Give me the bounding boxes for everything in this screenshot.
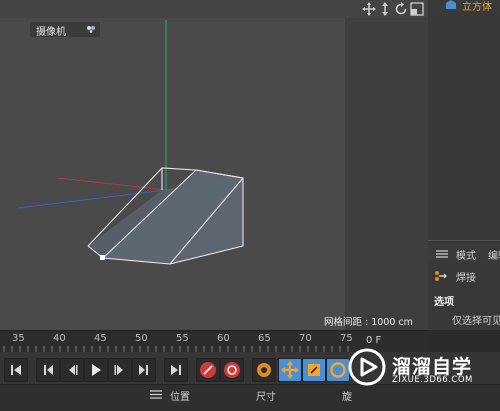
zoom-view-icon[interactable] [378,2,392,16]
hamburger-menu-icon[interactable] [436,250,448,258]
rotate-key-icon [330,362,346,378]
timeline-tick-label: 35 [12,333,25,344]
hamburger-menu-icon[interactable] [150,390,162,399]
coordinates-header [0,384,500,411]
next-frame-button[interactable] [108,358,132,382]
keyframe-selection-button[interactable] [252,358,276,382]
move-key-icon [281,361,299,379]
go-to-end-button[interactable] [164,358,188,382]
timeline-tick-label: 75 [340,333,353,344]
scene-geometry [17,20,244,265]
rotate-view-icon[interactable] [394,2,408,16]
viewport-safe-frame-band [345,18,428,330]
cube-icon [446,0,456,9]
play-button[interactable] [84,358,108,382]
previous-frame-icon [69,365,78,375]
previous-key-icon [44,365,53,375]
weld-icon [435,271,447,281]
next-key-icon [139,365,148,375]
weld-tool-label: 焊接 [456,273,476,284]
scale-key-icon [308,364,320,376]
watermark-logo [348,348,386,386]
current-frame-field[interactable]: 0 F [366,335,406,349]
timeline-tick-label: 70 [299,333,312,344]
timeline-tick-label: 45 [94,333,107,344]
scale-key-button[interactable] [302,358,326,382]
switch-view-icon[interactable] [410,2,424,16]
record-icon [200,362,216,378]
mode-menu[interactable]: 模式 [456,247,476,262]
wedge-slope-face [103,170,243,264]
only-select-visible-option[interactable]: 仅选择可见 [452,312,500,327]
move-key-button[interactable] [278,358,302,382]
autokey-icon [224,362,240,378]
keyframe-selection-icon [257,363,271,377]
play-icon [92,364,101,376]
size-header: 尺寸 [256,392,276,403]
object-name[interactable]: 立方体 [462,0,492,13]
timeline-tick-label: 65 [258,333,271,344]
previous-key-button[interactable] [36,358,60,382]
position-header: 位置 [170,392,190,403]
grid-spacing-readout: 网格间距 : 1000 cm [324,317,413,328]
go-to-end-icon [171,365,181,375]
timeline-tick-label: 60 [217,333,230,344]
selected-point [100,255,105,260]
watermark-url: ZIXUE.3D66.COM [392,375,473,385]
record-button[interactable] [196,358,220,382]
autokey-button[interactable] [220,358,244,382]
previous-frame-button[interactable] [60,358,84,382]
go-to-start-icon [11,365,21,375]
rotation-header: 旋 [342,392,352,403]
options-tab[interactable]: 选项 [434,293,454,308]
next-key-button[interactable] [132,358,156,382]
go-to-start-button[interactable] [4,358,28,382]
x-axis-line [57,177,167,191]
timeline-tick-label: 55 [176,333,189,344]
move-view-icon[interactable] [362,2,376,16]
rotate-key-button[interactable] [326,358,350,382]
next-frame-icon [114,365,123,375]
panel-divider [428,240,500,241]
timeline-tick-label: 40 [53,333,66,344]
timeline-tick-label: 50 [135,333,148,344]
edit-menu[interactable]: 编辑 [488,247,500,262]
